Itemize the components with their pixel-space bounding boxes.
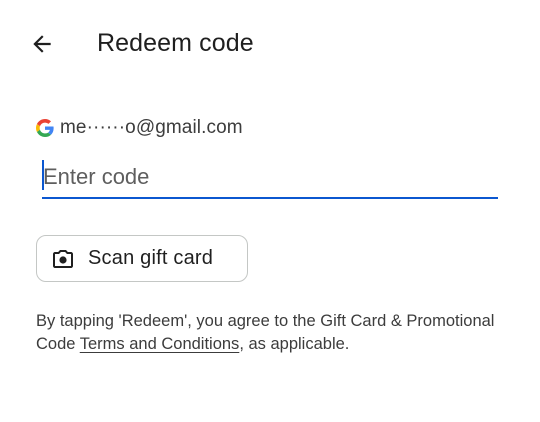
account-row: me······o@gmail.com — [36, 115, 243, 141]
redeem-code-screen: Redeem code me······o@gmail.com Scan gif… — [0, 0, 540, 422]
code-input[interactable] — [42, 159, 499, 195]
terms-notice: By tapping 'Redeem', you agree to the Gi… — [36, 310, 516, 356]
app-bar: Redeem code — [0, 0, 540, 86]
terms-and-conditions-link[interactable]: Terms and Conditions — [80, 335, 240, 353]
code-field — [42, 157, 499, 199]
terms-suffix: , as applicable. — [239, 335, 350, 353]
google-g-icon — [36, 119, 54, 137]
scan-gift-card-button[interactable]: Scan gift card — [36, 235, 248, 282]
back-button[interactable] — [22, 26, 62, 62]
scan-gift-card-label: Scan gift card — [88, 247, 214, 269]
page-title: Redeem code — [97, 29, 254, 57]
camera-icon — [51, 247, 75, 271]
text-caret — [42, 160, 44, 190]
arrow-back-icon — [29, 31, 55, 57]
account-email: me······o@gmail.com — [60, 117, 243, 138]
